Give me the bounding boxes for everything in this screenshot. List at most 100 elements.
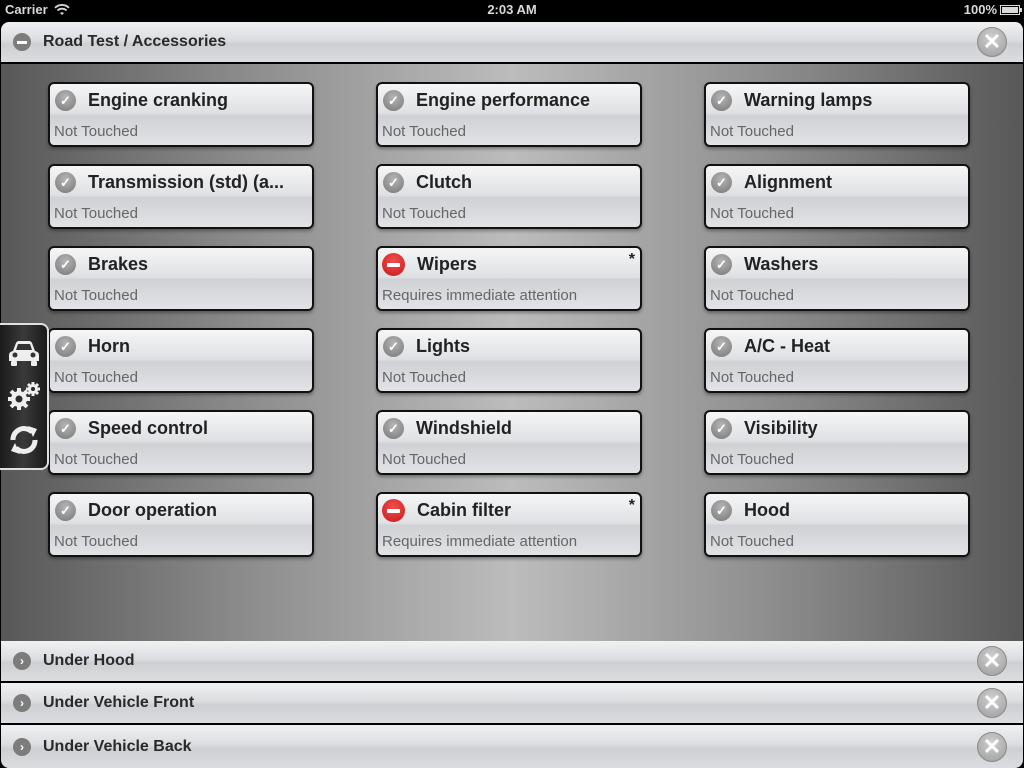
do-not-enter-icon <box>382 499 405 522</box>
inspection-item-card[interactable]: Wipers * Requires immediate attention <box>376 246 642 311</box>
item-name: Horn <box>88 336 130 356</box>
item-name: Door operation <box>88 500 217 520</box>
checkmark-circle-icon: ✓ <box>55 336 76 357</box>
checkmark-circle-icon: ✓ <box>383 418 404 439</box>
checkmark-circle-icon: ✓ <box>55 254 76 275</box>
refresh-button[interactable] <box>4 420 44 460</box>
minus-circle-icon[interactable] <box>13 33 31 51</box>
inspection-item-card[interactable]: ✓ Speed control Not Touched <box>48 410 314 475</box>
close-icon[interactable]: ✕ <box>977 688 1007 718</box>
do-not-enter-icon <box>382 253 405 276</box>
item-name: Warning lamps <box>744 90 873 110</box>
checkmark-circle-icon: ✓ <box>711 500 732 521</box>
section-title: Under Vehicle Front <box>43 694 195 711</box>
road-test-content: ✓ Engine cranking Not Touched ✓ Engine perfo… <box>1 64 1023 641</box>
close-icon[interactable]: ✕ <box>977 646 1007 676</box>
item-status: Not Touched <box>710 123 794 140</box>
inspection-item-card[interactable]: ✓ Horn Not Touched <box>48 328 314 393</box>
battery-icon <box>1000 4 1022 15</box>
item-name: A/C - Heat <box>744 336 831 356</box>
close-icon[interactable]: ✕ <box>977 731 1007 762</box>
item-name: Transmission (std) (a... <box>88 172 285 192</box>
car-icon <box>8 340 39 366</box>
settings-button[interactable] <box>4 376 44 416</box>
checkmark-circle-icon: ✓ <box>383 336 404 357</box>
item-name: Washers <box>744 254 819 274</box>
section-header-under-vehicle-front[interactable]: › Under Vehicle Front ✕ <box>1 683 1023 725</box>
item-status: Not Touched <box>382 123 466 140</box>
inspection-item-card[interactable]: ✓ Transmission (std) (a... Not Touched <box>48 164 314 229</box>
inspection-item-card[interactable]: ✓ Clutch Not Touched <box>376 164 642 229</box>
item-name: Engine performance <box>416 90 591 110</box>
chevron-right-circle-icon[interactable]: › <box>13 737 31 756</box>
chevron-right-circle-icon[interactable]: › <box>13 652 31 670</box>
checkmark-circle-icon: ✓ <box>55 90 76 111</box>
item-name: Wipers <box>417 254 477 274</box>
inspection-item-card[interactable]: ✓ Engine cranking Not Touched <box>48 82 314 147</box>
item-status: Not Touched <box>54 533 138 550</box>
checkmark-circle-icon: ✓ <box>711 172 732 193</box>
flag-asterisk: * <box>628 497 635 514</box>
chevron-right-circle-icon[interactable]: › <box>13 694 31 712</box>
item-status: Not Touched <box>710 451 794 468</box>
item-name: Alignment <box>744 172 832 192</box>
section-title: Road Test / Accessories <box>43 33 227 50</box>
inspection-item-card[interactable]: ✓ Washers Not Touched <box>704 246 970 311</box>
item-name: Visibility <box>744 418 818 438</box>
checkmark-circle-icon: ✓ <box>711 90 732 111</box>
item-status: Not Touched <box>710 205 794 222</box>
close-icon[interactable]: ✕ <box>977 27 1007 57</box>
inspection-item-card[interactable]: ✓ Lights Not Touched <box>376 328 642 393</box>
item-status: Not Touched <box>710 533 794 550</box>
inspection-item-card[interactable]: ✓ Alignment Not Touched <box>704 164 970 229</box>
status-bar: Carrier 2:03 AM 100% <box>0 0 1024 20</box>
battery-percent: 100% <box>963 2 997 17</box>
item-status: Not Touched <box>710 369 794 386</box>
item-status: Not Touched <box>382 205 466 222</box>
section-header-under-hood[interactable]: › Under Hood ✕ <box>1 641 1023 683</box>
inspection-grid: ✓ Engine cranking Not Touched ✓ Engine perfo… <box>48 82 970 557</box>
section-title: Under Vehicle Back <box>43 737 192 755</box>
item-status: Requires immediate attention <box>382 533 578 550</box>
car-button[interactable] <box>4 333 44 373</box>
inspection-item-card[interactable]: ✓ Windshield Not Touched <box>376 410 642 475</box>
checkmark-circle-icon: ✓ <box>383 90 404 111</box>
inspection-item-card[interactable]: ✓ Door operation Not Touched <box>48 492 314 557</box>
item-status: Not Touched <box>54 123 138 140</box>
inspection-item-card[interactable]: Cabin filter * Requires immediate attentio… <box>376 492 642 557</box>
checkmark-circle-icon: ✓ <box>711 418 732 439</box>
inspection-item-card[interactable]: ✓ A/C - Heat Not Touched <box>704 328 970 393</box>
checkmark-circle-icon: ✓ <box>55 172 76 193</box>
inspection-item-card[interactable]: ✓ Visibility Not Touched <box>704 410 970 475</box>
item-status: Not Touched <box>54 369 138 386</box>
item-name: Clutch <box>416 172 472 192</box>
checkmark-circle-icon: ✓ <box>383 172 404 193</box>
item-name: Windshield <box>416 418 512 438</box>
inspection-item-card[interactable]: ✓ Warning lamps Not Touched <box>704 82 970 147</box>
section-header-road-test[interactable]: Road Test / Accessories ✕ <box>1 22 1023 64</box>
item-name: Hood <box>744 500 790 520</box>
inspection-item-card[interactable]: ✓ Brakes Not Touched <box>48 246 314 311</box>
item-status: Not Touched <box>54 287 138 304</box>
flag-asterisk: * <box>628 251 635 268</box>
gears-icon <box>7 382 40 411</box>
section-title: Under Hood <box>43 652 135 669</box>
side-toolbar <box>0 323 49 470</box>
item-name: Speed control <box>88 418 209 438</box>
clock: 2:03 AM <box>487 2 537 17</box>
item-name: Brakes <box>88 254 149 274</box>
checkmark-circle-icon: ✓ <box>55 418 76 439</box>
checkmark-circle-icon: ✓ <box>55 500 76 521</box>
item-status: Not Touched <box>710 287 794 304</box>
checkmark-circle-icon: ✓ <box>711 254 732 275</box>
item-status: Not Touched <box>382 369 466 386</box>
item-status: Not Touched <box>382 451 466 468</box>
section-header-under-vehicle-back[interactable]: › Under Vehicle Back ✕ <box>1 725 1023 768</box>
inspection-item-card[interactable]: ✓ Hood Not Touched <box>704 492 970 557</box>
inspection-item-card[interactable]: ✓ Engine performance Not Touched <box>376 82 642 147</box>
battery-group: 100% <box>963 2 1022 17</box>
refresh-icon <box>10 426 37 455</box>
item-name: Engine cranking <box>88 90 229 110</box>
item-status: Not Touched <box>54 451 138 468</box>
item-name: Lights <box>416 336 470 356</box>
